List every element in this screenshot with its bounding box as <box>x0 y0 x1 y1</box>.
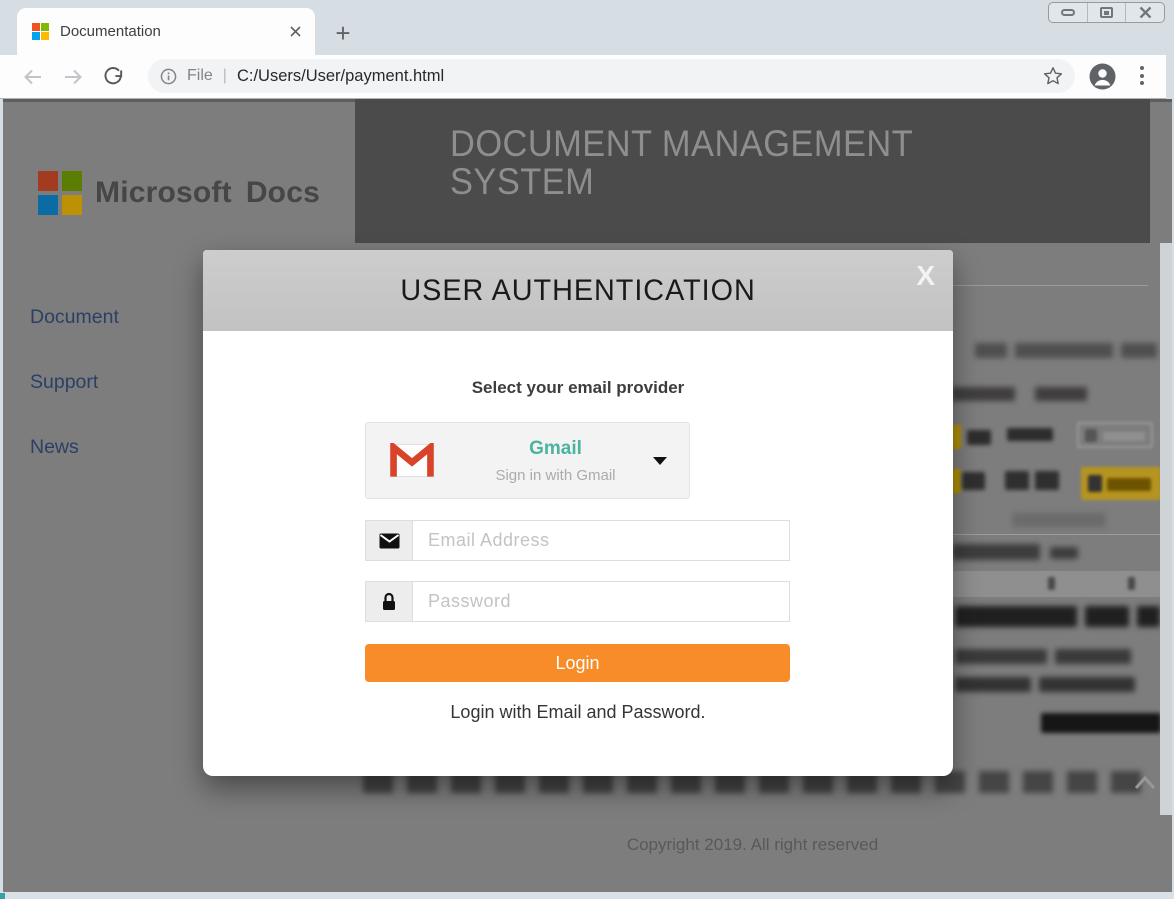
page-hero-banner: DOCUMENT MANAGEMENT SYSTEM <box>355 99 1150 243</box>
site-logo: Microsoft Docs <box>38 171 320 215</box>
window-frame-edge <box>1166 55 1174 99</box>
sidebar-item-support[interactable]: Support <box>30 371 98 394</box>
provider-name: Gmail <box>458 438 653 460</box>
modal-close-button[interactable]: X <box>916 262 935 290</box>
logo-text-primary: Microsoft <box>95 176 232 209</box>
gmail-logo-icon <box>366 443 458 478</box>
window-minimize-button[interactable] <box>1049 3 1087 22</box>
avatar-icon <box>1089 63 1116 90</box>
tab-close-icon[interactable] <box>285 22 305 42</box>
menu-dot-icon <box>1140 81 1144 85</box>
address-bar[interactable]: File | C:/Users/User/payment.html <box>148 59 1075 93</box>
forward-button[interactable] <box>60 64 86 90</box>
menu-dot-icon <box>1140 74 1144 78</box>
info-icon[interactable] <box>160 68 177 85</box>
window-close-button[interactable] <box>1125 3 1164 22</box>
back-arrow-icon <box>21 65 45 89</box>
new-tab-plus-icon: + <box>335 18 350 49</box>
browser-window: Documentation + <box>0 0 1174 899</box>
microsoft-favicon-icon <box>32 23 49 40</box>
email-field-row <box>365 520 790 561</box>
window-frame-corner <box>0 893 5 899</box>
email-input[interactable] <box>413 520 790 561</box>
footer-copyright: Copyright 2019. All right reserved <box>355 835 1150 855</box>
address-scheme-label: File <box>187 67 213 85</box>
site-logo-text: Microsoft Docs <box>95 176 320 210</box>
page-title: DOCUMENT MANAGEMENT SYSTEM <box>450 125 999 200</box>
browser-menu-button[interactable] <box>1138 66 1146 85</box>
back-button[interactable] <box>20 64 46 90</box>
window-maximize-button[interactable] <box>1087 3 1126 22</box>
menu-dot-icon <box>1140 66 1144 70</box>
new-tab-button[interactable]: + <box>328 18 358 48</box>
scroll-to-top-icon[interactable] <box>1133 774 1157 792</box>
address-url: C:/Users/User/payment.html <box>237 67 444 86</box>
login-form: Gmail Sign in with Gmail <box>365 250 790 776</box>
chevron-down-icon <box>653 457 667 465</box>
password-input[interactable] <box>413 581 790 622</box>
minimize-icon <box>1061 9 1075 16</box>
provider-labels: Gmail Sign in with Gmail <box>458 438 653 484</box>
login-footnote: Login with Email and Password. <box>203 702 953 723</box>
sidebar-item-news[interactable]: News <box>30 436 79 459</box>
profile-avatar-button[interactable] <box>1089 63 1116 90</box>
window-controls <box>1048 2 1165 23</box>
close-icon <box>1139 6 1152 19</box>
sidebar-item-document[interactable]: Document <box>30 306 119 329</box>
password-field-row <box>365 581 790 622</box>
user-authentication-modal: USER AUTHENTICATION X Select your email … <box>203 250 953 776</box>
tab-title: Documentation <box>60 23 285 40</box>
forward-arrow-icon <box>61 65 85 89</box>
login-button[interactable]: Login <box>365 644 790 682</box>
page-scrollbar[interactable] <box>1160 243 1172 815</box>
star-icon <box>1043 66 1063 86</box>
microsoft-logo-icon <box>38 171 82 215</box>
bookmark-star-button[interactable] <box>1043 66 1063 86</box>
window-frame-bottom <box>0 892 1174 899</box>
browser-tab-documentation[interactable]: Documentation <box>17 8 315 55</box>
maximize-icon <box>1100 7 1113 18</box>
reload-button[interactable] <box>100 64 126 90</box>
tab-strip: Documentation + <box>0 0 1174 55</box>
address-separator: | <box>223 67 227 85</box>
email-icon <box>365 520 413 561</box>
logo-text-secondary: Docs <box>246 176 320 209</box>
email-provider-dropdown[interactable]: Gmail Sign in with Gmail <box>365 422 690 499</box>
reload-icon <box>102 66 125 89</box>
provider-description: Sign in with Gmail <box>458 467 653 484</box>
lock-icon <box>365 581 413 622</box>
